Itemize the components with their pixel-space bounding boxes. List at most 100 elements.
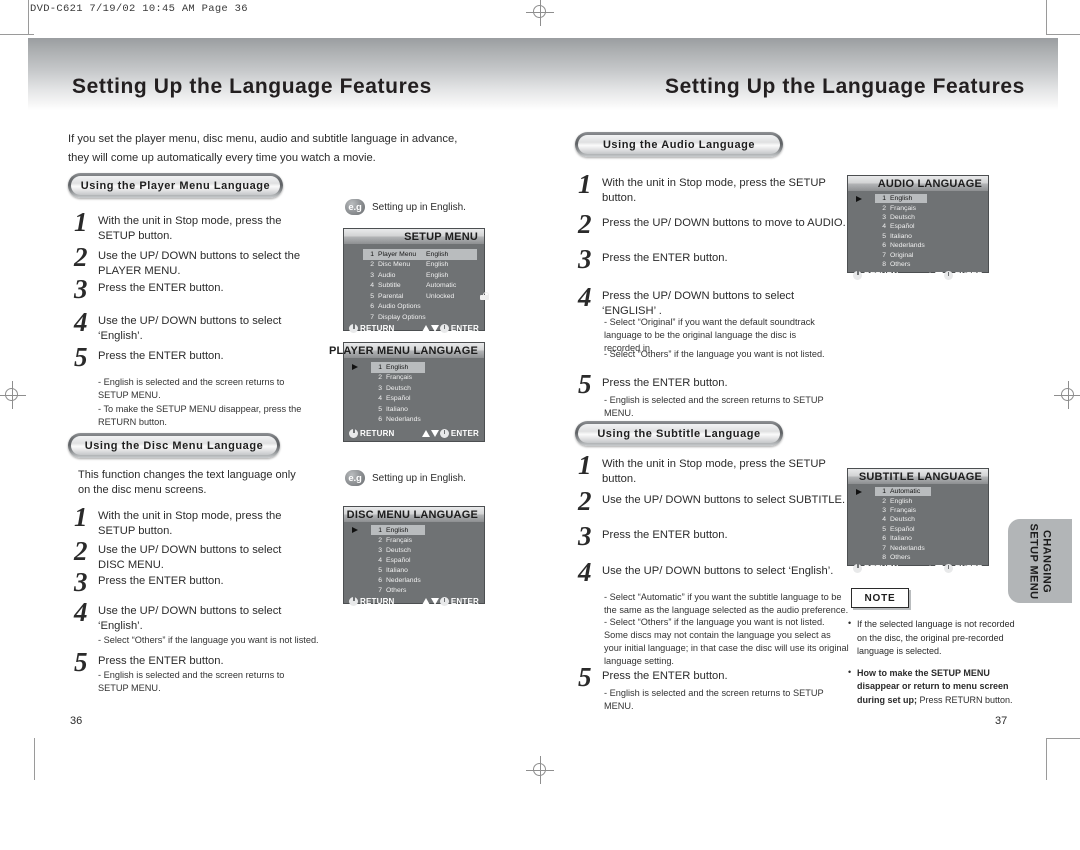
osd-row-number: 3 (378, 384, 382, 392)
osd-return-control[interactable]: RETURN (349, 324, 395, 333)
osd-row-value: English (426, 261, 449, 269)
return-knob-icon (349, 428, 358, 438)
registration-mark-left (0, 381, 26, 409)
osd-row[interactable]: 4 Español (848, 222, 988, 231)
osd-row-number: 1 (378, 363, 382, 371)
osd-row-number: 4 (882, 223, 886, 231)
enter-knob-icon (439, 324, 449, 333)
section-heading-disc-menu-language: Using the Disc Menu Language (68, 433, 280, 458)
osd-row[interactable]: 1 Automatic (848, 487, 988, 497)
step-number: 2 (578, 209, 592, 239)
osd-row[interactable]: 5 Italiano (344, 565, 484, 575)
osd-row[interactable]: 6 Nederlands (848, 241, 988, 250)
trim-mark-bottom-left (34, 738, 35, 780)
manual-spread: DVD-C621 7/19/02 10:45 AM Page 36 Settin… (0, 0, 1080, 850)
step-player-4: 4 Use the UP/ DOWN buttons to select ‘En… (74, 309, 304, 343)
step-disc-3: 3 Press the ENTER button. (74, 569, 304, 596)
osd-return-label: RETURN (864, 563, 899, 573)
up-down-arrows-icon (925, 271, 943, 280)
osd-enter-control[interactable]: ENTER (421, 596, 479, 606)
osd-row[interactable]: 6 Audio Options (344, 302, 484, 313)
osd-row[interactable]: 3 Deutsch (344, 383, 484, 394)
step-disc-4: 4 Use the UP/ DOWN buttons to select ‘En… (74, 599, 304, 633)
osd-row-number: 7 (882, 251, 886, 259)
enter-knob-icon (439, 596, 449, 606)
osd-title-text: SETUP MENU (404, 230, 478, 243)
step-subtitle-2: 2 Use the UP/ DOWN buttons to select SUB… (578, 488, 848, 515)
osd-row-label: Français (890, 204, 917, 212)
osd-row[interactable]: 8 Others (848, 553, 988, 562)
osd-title-bar: DISC MENU LANGUAGE (344, 507, 484, 522)
note-audio-others: - Select “Others” if the language you wa… (604, 349, 825, 359)
note-item: If the selected language is not recorded… (848, 617, 1018, 659)
enter-knob-icon (943, 270, 953, 280)
osd-return-label: RETURN (360, 596, 395, 606)
osd-row-value: Unlocked (426, 292, 455, 300)
osd-enter-label: ENTER (954, 563, 983, 573)
osd-row-label: Español (890, 223, 915, 231)
osd-row[interactable]: 4 Deutsch (848, 515, 988, 524)
osd-row[interactable]: 5 Italiano (848, 232, 988, 241)
osd-return-control[interactable]: RETURN (853, 563, 899, 573)
osd-row[interactable]: 6 Nederlands (344, 575, 484, 585)
osd-row[interactable]: 4 Subtitle Automatic (344, 281, 484, 292)
osd-row-number: 4 (882, 516, 886, 524)
note-disc-returns: - English is selected and the screen ret… (98, 670, 285, 693)
osd-row[interactable]: 2 English (848, 496, 988, 505)
osd-enter-control[interactable]: ENTER (421, 428, 479, 438)
osd-menu-list: 1 English 2 Français 3 Deutsch 4 Español… (344, 522, 484, 595)
trim-mark-bottom-right-h (1046, 738, 1080, 739)
osd-row[interactable]: 1 Player Menu English (344, 249, 484, 260)
selection-caret-icon (352, 363, 358, 370)
step-text: With the unit in Stop mode, press the SE… (98, 215, 282, 242)
osd-row-number: 3 (882, 213, 886, 221)
osd-row-label: Español (386, 395, 411, 403)
osd-row[interactable]: 1 English (848, 194, 988, 204)
note-audio-returns: - English is selected and the screen ret… (604, 395, 824, 418)
osd-row[interactable]: 3 Audio English (344, 270, 484, 281)
osd-row[interactable]: 1 English (344, 525, 484, 535)
osd-row[interactable]: 2 Français (848, 203, 988, 212)
osd-row[interactable]: 4 Español (344, 555, 484, 565)
header-gradient-band (28, 38, 1058, 112)
osd-row[interactable]: 6 Italiano (848, 534, 988, 543)
osd-row-label: Others (890, 553, 911, 561)
osd-row-number: 5 (882, 525, 886, 533)
osd-row[interactable]: 3 Deutsch (848, 213, 988, 222)
enter-knob-icon (439, 428, 449, 438)
osd-row[interactable]: 2 Disc Menu English (344, 260, 484, 271)
osd-row-number: 7 (378, 586, 382, 594)
osd-return-control[interactable]: RETURN (349, 428, 395, 438)
osd-row[interactable]: 5 Parental Unlocked (344, 291, 489, 302)
osd-row[interactable]: 5 Italiano (344, 404, 484, 415)
up-down-arrows-icon (421, 429, 439, 438)
step-number: 5 (578, 369, 592, 399)
return-knob-icon (853, 270, 862, 280)
osd-row[interactable]: 7 Display Options (344, 312, 484, 323)
osd-row[interactable]: 7 Original (848, 250, 988, 259)
side-tab-label: CHANGING SETUP MENU (1028, 523, 1053, 599)
side-thumb-tab-changing-setup-menu: CHANGING SETUP MENU (1008, 519, 1072, 603)
trim-mark-top-right-h (1046, 34, 1080, 35)
osd-row[interactable]: 1 English (344, 362, 484, 373)
osd-row[interactable]: 2 Français (344, 373, 484, 384)
osd-enter-control[interactable]: ENTER (925, 270, 983, 280)
osd-row[interactable]: 2 Français (344, 535, 484, 545)
osd-row[interactable]: 4 Español (344, 394, 484, 405)
step-number: 1 (578, 450, 592, 480)
osd-row[interactable]: 8 Others (848, 260, 988, 269)
page-number-right: 37 (995, 715, 1008, 727)
osd-row[interactable]: 6 Nederlands (344, 415, 484, 426)
osd-return-control[interactable]: RETURN (853, 270, 899, 280)
osd-row-label: Nederlands (890, 544, 925, 552)
note-subtitle-returns: - English is selected and the screen ret… (604, 688, 824, 711)
osd-enter-control[interactable]: ENTER (421, 324, 479, 333)
osd-row[interactable]: 7 Others (344, 585, 484, 595)
osd-row[interactable]: 7 Nederlands (848, 543, 988, 552)
osd-row-label: English (386, 526, 409, 534)
osd-row[interactable]: 5 Español (848, 525, 988, 534)
osd-return-control[interactable]: RETURN (349, 596, 395, 606)
osd-row[interactable]: 3 Français (848, 506, 988, 515)
osd-row[interactable]: 3 Deutsch (344, 545, 484, 555)
osd-enter-control[interactable]: ENTER (925, 563, 983, 573)
